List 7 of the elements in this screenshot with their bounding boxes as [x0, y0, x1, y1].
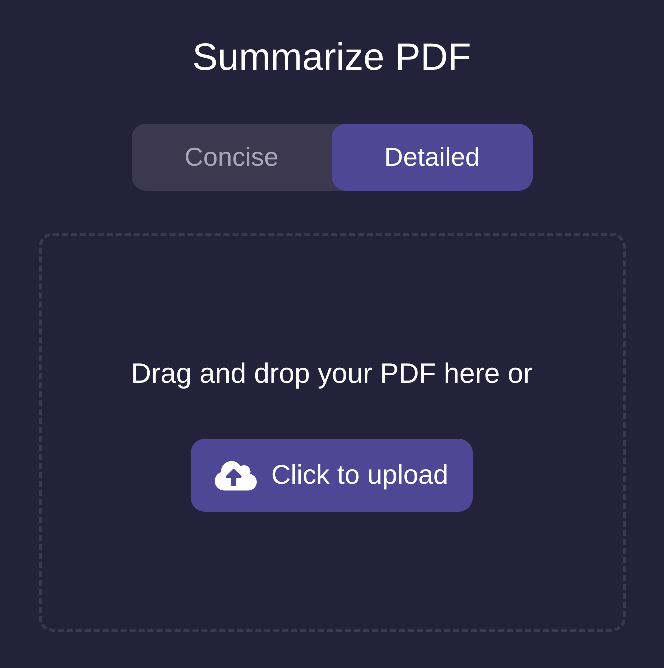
file-drop-zone[interactable]: Drag and drop your PDF here or Click to upload — [38, 233, 626, 632]
upload-button[interactable]: Click to upload — [191, 439, 473, 512]
upload-label: Click to upload — [271, 459, 449, 492]
drop-prompt: Drag and drop your PDF here or — [131, 357, 533, 391]
mode-tab[interactable]: Concise — [132, 124, 332, 191]
mode-tab[interactable]: Detailed — [332, 124, 532, 191]
page-title: Summarize PDF — [192, 36, 472, 81]
